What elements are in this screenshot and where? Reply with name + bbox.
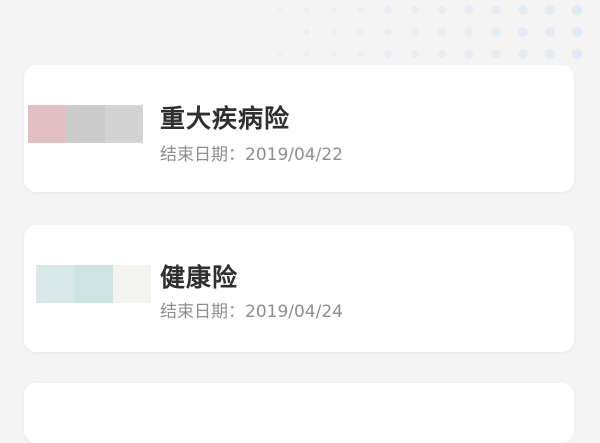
decor-dot bbox=[384, 28, 392, 36]
decorative-dot-pattern bbox=[277, 4, 583, 60]
decor-dot bbox=[357, 28, 365, 36]
policy-card-health[interactable]: 健康险 结束日期：2019/04/24 bbox=[24, 225, 574, 352]
decor-dot bbox=[437, 5, 447, 15]
end-date-value: 2019/04/24 bbox=[245, 302, 343, 322]
decor-dot bbox=[571, 26, 583, 38]
decor-dot bbox=[437, 49, 447, 59]
policy-end-date: 结束日期：2019/04/22 bbox=[160, 140, 343, 165]
decor-dot bbox=[491, 49, 501, 59]
end-date-label: 结束日期： bbox=[160, 302, 245, 322]
decor-dot bbox=[437, 27, 447, 37]
policy-title: 重大疾病险 bbox=[160, 104, 291, 133]
decor-dot bbox=[518, 27, 528, 37]
decor-dot bbox=[464, 27, 474, 37]
decor-dot bbox=[303, 6, 311, 14]
decor-dot bbox=[571, 48, 583, 60]
decor-dot bbox=[357, 6, 365, 14]
thumbnail-segment bbox=[28, 105, 67, 143]
policy-thumbnail-image bbox=[36, 265, 151, 303]
decor-dot bbox=[357, 50, 365, 58]
decor-dot bbox=[491, 5, 501, 15]
decor-dot bbox=[277, 29, 283, 35]
policy-end-date: 结束日期：2019/04/24 bbox=[160, 297, 343, 322]
decor-dot bbox=[544, 26, 556, 38]
decor-dot bbox=[384, 50, 392, 58]
decor-dot bbox=[330, 6, 338, 14]
decor-dot bbox=[544, 48, 556, 60]
thumbnail-segment bbox=[66, 105, 105, 143]
decor-dot bbox=[491, 27, 501, 37]
decor-dot bbox=[410, 27, 420, 37]
decor-dot bbox=[330, 28, 338, 36]
end-date-value: 2019/04/22 bbox=[245, 145, 343, 165]
thumbnail-segment bbox=[36, 265, 75, 303]
decor-dot bbox=[277, 51, 283, 57]
decor-dot bbox=[464, 5, 474, 15]
policy-card-critical-illness[interactable]: 重大疾病险 结束日期：2019/04/22 bbox=[24, 65, 574, 192]
end-date-label: 结束日期： bbox=[160, 145, 245, 165]
decor-dot bbox=[464, 49, 474, 59]
decor-dot bbox=[518, 49, 528, 59]
decor-dot bbox=[330, 50, 338, 58]
thumbnail-segment bbox=[104, 105, 143, 143]
decor-dot bbox=[544, 4, 556, 16]
decor-dot bbox=[410, 49, 420, 59]
policy-thumbnail-image bbox=[28, 105, 143, 143]
decor-dot bbox=[518, 5, 528, 15]
decor-dot bbox=[277, 7, 283, 13]
decor-dot bbox=[571, 4, 583, 16]
thumbnail-segment bbox=[74, 265, 113, 303]
thumbnail-segment bbox=[112, 265, 151, 303]
policy-title: 健康险 bbox=[160, 263, 239, 292]
decor-dot bbox=[303, 28, 311, 36]
decor-dot bbox=[384, 6, 392, 14]
decor-dot bbox=[410, 5, 420, 15]
policy-card-partial[interactable] bbox=[24, 383, 574, 443]
decor-dot bbox=[303, 50, 311, 58]
